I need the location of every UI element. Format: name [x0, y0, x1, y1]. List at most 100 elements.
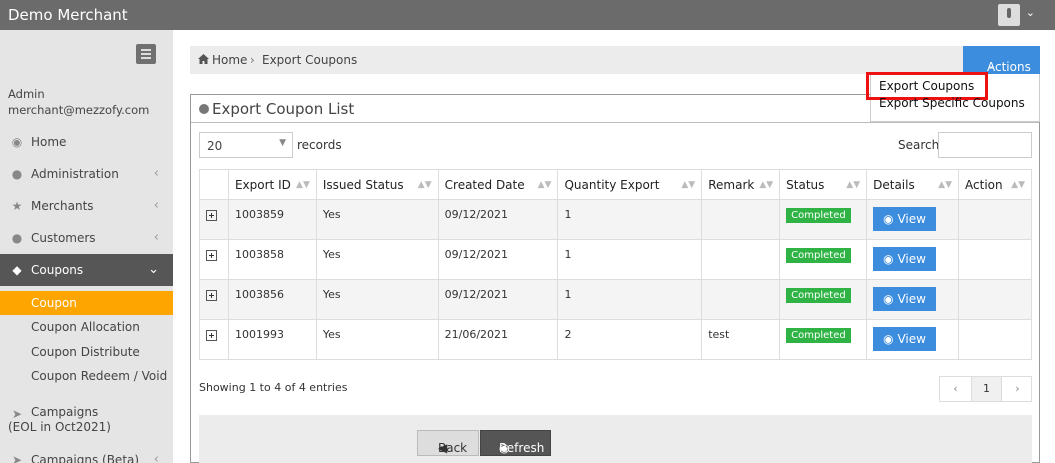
col-created-date[interactable]: Created Date ▲▼ [437, 169, 559, 200]
export-table: Export ID ▲▼ Issued Status ▲▼ Created Date… [199, 169, 1032, 360]
cell-issued-status: Yes [315, 199, 439, 240]
actions-dropdown-menu: Export Coupons Export Specific Coupons [866, 72, 1040, 122]
col-quantity-export[interactable]: Quantity Export ▲▼ [557, 169, 703, 200]
view-button[interactable]: ◉ View [873, 207, 936, 231]
sidebar-subitem-coupon-allocation[interactable]: Coupon Allocation [0, 315, 173, 339]
sidebar-subitem-label: Coupon [31, 296, 77, 310]
sidebar-item-campaigns-beta[interactable]: ➤ Campaigns (Beta) ‹ [0, 444, 173, 463]
sidebar-item-customers[interactable]: ● Customers ‹ [0, 222, 173, 254]
expand-icon[interactable] [206, 330, 217, 341]
menu-item-export-specific-coupons[interactable]: Export Specific Coupons [879, 96, 1025, 110]
sidebar-item-label: Merchants [31, 199, 94, 213]
sidebar-subitem-coupon-distribute[interactable]: Coupon Distribute [0, 340, 173, 364]
sidebar-item-label: Campaigns (Beta) [31, 453, 140, 463]
top-bar: Demo Merchant ⌄ [0, 0, 1055, 30]
menu-toggle-icon[interactable] [136, 44, 156, 64]
status-badge: Completed [786, 288, 851, 303]
menu-item-export-coupons[interactable]: Export Coupons [879, 79, 974, 93]
col-status[interactable]: Status ▲▼ [779, 169, 868, 200]
col-action[interactable]: Action ▲▼ [958, 169, 1032, 200]
expand-icon[interactable] [206, 250, 217, 261]
expand-icon[interactable] [206, 210, 217, 221]
cell-action [958, 199, 1032, 240]
app-title: Demo Merchant [8, 6, 128, 24]
breadcrumb-home[interactable]: Home [212, 53, 247, 67]
main-content: Home › Export Coupons Actions ⌄ Export C… [173, 30, 1055, 463]
sidebar-item-label: Campaigns [31, 405, 99, 419]
sort-icon: ▲▼ [537, 180, 552, 190]
page-button[interactable]: 1 [971, 377, 1002, 401]
sidebar-item-sublabel: (EOL in Oct2021) [8, 420, 111, 434]
eye-icon: ◉ [883, 252, 894, 266]
page-length-select[interactable]: 20 ▼ [199, 132, 293, 158]
cell-quantity: 1 [557, 279, 703, 320]
home-icon [198, 54, 209, 64]
view-button[interactable]: ◉ View [873, 327, 936, 351]
status-badge: Completed [786, 208, 851, 223]
chevron-down-icon: ⌄ [987, 60, 996, 71]
table-header-row: Export ID ▲▼ Issued Status ▲▼ Created Date… [199, 169, 1032, 200]
back-button[interactable]: ◀ Back [417, 430, 479, 456]
col-issued-status[interactable]: Issued Status ▲▼ [315, 169, 439, 200]
sidebar-item-campaigns[interactable]: ➤ Campaigns (EOL in Oct2021) [0, 398, 173, 438]
table-row: 1003856 Yes 09/12/2021 1 Completed ◉ Vie… [199, 279, 1032, 320]
chevron-down-icon[interactable]: ⌄ [1026, 6, 1035, 19]
panel-title: Export Coupon List [212, 100, 355, 118]
dashboard-icon: ◉ [11, 135, 23, 149]
eye-icon: ◉ [883, 292, 894, 306]
rocket-icon: ➤ [11, 453, 23, 463]
search-label: Search: [898, 138, 944, 152]
caret-down-icon: ▼ [279, 138, 286, 148]
status-badge: Completed [786, 328, 851, 343]
prev-page-button[interactable]: ‹ [940, 377, 971, 401]
col-details[interactable]: Details ▲▼ [866, 169, 960, 200]
sidebar-item-label: Coupons [31, 263, 84, 277]
globe-icon [199, 104, 209, 114]
sidebar-item-home[interactable]: ◉ Home [0, 126, 173, 158]
sidebar-item-merchants[interactable]: ★ Merchants ‹ [0, 190, 173, 222]
cell-export-id: 1003858 [227, 239, 317, 280]
sort-icon: ▲▼ [1011, 180, 1025, 190]
sidebar-item-coupons[interactable]: ◆ Coupons ⌄ [0, 254, 173, 286]
user-icon: ● [11, 167, 23, 181]
cell-remark: test [701, 319, 781, 360]
cell-action [958, 239, 1032, 280]
cell-export-id: 1003859 [227, 199, 317, 240]
sidebar-item-label: Customers [31, 231, 96, 245]
sort-icon: ▲▼ [759, 180, 774, 190]
cell-remark [701, 279, 781, 320]
user-avatar-icon[interactable] [998, 4, 1020, 26]
sort-icon: ▲▼ [681, 180, 696, 190]
expand-icon[interactable] [206, 290, 217, 301]
sidebar-item-administration[interactable]: ● Administration ‹ [0, 158, 173, 190]
export-coupon-panel: Export Coupon List 20 ▼ records Search: … [190, 94, 1040, 463]
actions-button[interactable]: Actions ⌄ [963, 46, 1040, 74]
cell-created-date: 09/12/2021 [437, 239, 559, 280]
sidebar-subitem-coupon-redeem-void[interactable]: Coupon Redeem / Void [0, 364, 173, 388]
cell-action [958, 279, 1032, 320]
sort-icon: ▲▼ [417, 180, 432, 190]
view-button[interactable]: ◉ View [873, 287, 936, 311]
sidebar-subitem-coupon[interactable]: Coupon [0, 291, 173, 315]
col-export-id[interactable]: Export ID ▲▼ [227, 169, 317, 200]
next-page-button[interactable]: › [1002, 377, 1033, 401]
sidebar-subitem-label: Coupon Redeem / Void [31, 369, 168, 383]
cell-issued-status: Yes [315, 239, 439, 280]
breadcrumb-current: Export Coupons [262, 53, 358, 67]
cell-created-date: 21/06/2021 [437, 319, 559, 360]
col-expand [199, 169, 229, 200]
view-button[interactable]: ◉ View [873, 247, 936, 271]
refresh-button[interactable]: ◉ Refresh [480, 430, 551, 456]
col-remark[interactable]: Remark ▲▼ [701, 169, 781, 200]
user-role: Admin [8, 87, 45, 101]
chevron-left-icon: ‹ [153, 166, 159, 181]
chevron-left-icon: ‹ [153, 452, 159, 463]
search-input[interactable] [938, 132, 1032, 158]
cell-created-date: 09/12/2021 [437, 199, 559, 240]
table-row: 1003859 Yes 09/12/2021 1 Completed ◉ Vie… [199, 199, 1032, 240]
status-badge: Completed [786, 248, 851, 263]
rocket-icon: ➤ [11, 407, 23, 421]
breadcrumb: Home › Export Coupons [190, 46, 1040, 74]
sidebar: Admin merchant@mezzofy.com ◉ Home ● Admi… [0, 30, 173, 463]
cell-issued-status: Yes [315, 319, 439, 360]
